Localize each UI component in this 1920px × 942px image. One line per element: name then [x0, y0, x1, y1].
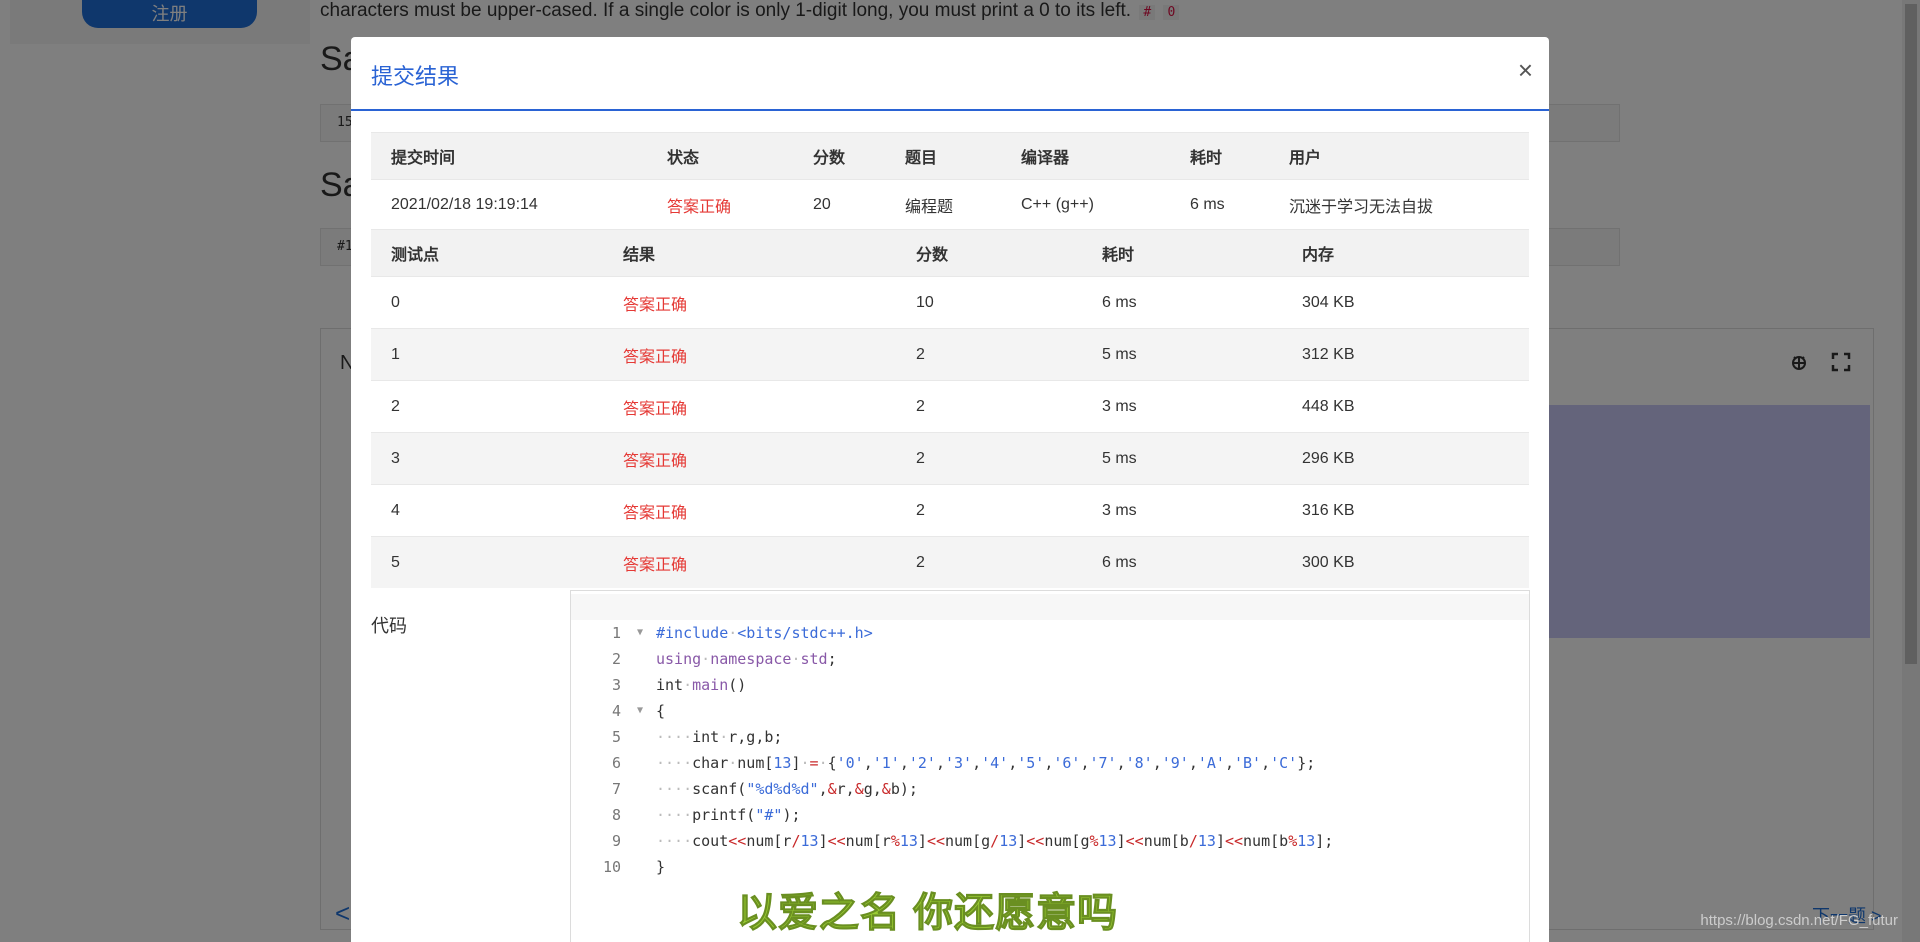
- code-line: 4 ▼{: [571, 672, 1529, 720]
- submit-time: 2021/02/18 19:19:14: [371, 179, 647, 229]
- code-line: 1 ▼ #include·<bits/stdc++.h>: [571, 594, 1529, 642]
- header-user: 用户: [1269, 132, 1529, 180]
- case-id: 5: [371, 536, 603, 588]
- summary-row: 2021/02/18 19:19:14 答案正确 20 编程题 C++ (g++…: [371, 179, 1529, 229]
- table-row: 4 答案正确 2 3 ms 316 KB: [371, 484, 1529, 537]
- close-icon[interactable]: ×: [1518, 55, 1533, 85]
- case-time: 6 ms: [1082, 276, 1282, 329]
- table-row: 5 答案正确 2 6 ms 300 KB: [371, 536, 1529, 588]
- problem-type: 编程题: [885, 179, 1001, 229]
- user-name: 沉迷于学习无法自拔: [1269, 179, 1529, 229]
- header-time: 耗时: [1170, 132, 1269, 180]
- total-score: 20: [793, 179, 885, 229]
- header-result: 结果: [603, 229, 896, 277]
- header-memory: 内存: [1282, 229, 1529, 277]
- case-id: 4: [371, 484, 603, 537]
- case-score: 10: [896, 276, 1082, 329]
- table-row: 2 答案正确 2 3 ms 448 KB: [371, 380, 1529, 433]
- code-line: 6 ····char·num[13]·=·{'0','1','2','3','4'…: [571, 724, 1529, 772]
- submission-summary-table: 提交时间 状态 分数 题目 编译器 耗时 用户 2021/02/18 19:19…: [371, 132, 1529, 229]
- case-memory: 304 KB: [1282, 276, 1529, 329]
- modal-title: 提交结果: [371, 64, 460, 89]
- elapsed-time: 6 ms: [1170, 179, 1269, 229]
- url-watermark: https://blog.csdn.net/FG_futur: [1700, 912, 1898, 929]
- case-time: 3 ms: [1082, 484, 1282, 537]
- case-time: 6 ms: [1082, 536, 1282, 588]
- case-result: 答案正确: [603, 380, 896, 433]
- case-memory: 448 KB: [1282, 380, 1529, 433]
- code-line: 8 ····printf("#");: [571, 776, 1529, 824]
- code-line: 7 ····scanf("%d%d%d",&r,&g,&b);: [571, 750, 1529, 798]
- case-score: 2: [896, 536, 1082, 588]
- header-submit-time: 提交时间: [371, 132, 647, 180]
- code-line: 10}: [571, 828, 1529, 876]
- case-time: 5 ms: [1082, 432, 1282, 485]
- header-compiler: 编译器: [1001, 132, 1170, 180]
- video-caption: 以爱之名 你还愿意吗: [736, 891, 1119, 936]
- case-id: 3: [371, 432, 603, 485]
- modal-header: 提交结果 ×: [351, 37, 1549, 111]
- submission-result-modal: 提交结果 × 提交时间 状态 分数 题目 编译器 耗时 用户 2021/02/1…: [351, 37, 1549, 942]
- test-case-table: 测试点 结果 分数 耗时 内存 0 答案正确 10 6 ms 304 KB 1: [371, 229, 1529, 588]
- summary-header-row: 提交时间 状态 分数 题目 编译器 耗时 用户: [371, 132, 1529, 180]
- table-row: 1 答案正确 2 5 ms 312 KB: [371, 328, 1529, 381]
- header-problem: 题目: [885, 132, 1001, 180]
- case-id: 0: [371, 276, 603, 329]
- code-line: 9 ····cout<<num[r/13]<<num[r%13]<<num[g/1…: [571, 802, 1529, 850]
- header-case-score: 分数: [896, 229, 1082, 277]
- case-id: 1: [371, 328, 603, 381]
- case-time: 3 ms: [1082, 380, 1282, 433]
- case-id: 2: [371, 380, 603, 433]
- code-line: 5 ····int·r,g,b;: [571, 698, 1529, 746]
- case-score: 2: [896, 380, 1082, 433]
- case-result: 答案正确: [603, 536, 896, 588]
- case-memory: 300 KB: [1282, 536, 1529, 588]
- case-result: 答案正确: [603, 484, 896, 537]
- code-line: 2 using·namespace·std;: [571, 620, 1529, 668]
- status-badge: 答案正确: [647, 179, 793, 229]
- code-label: 代码: [371, 616, 407, 636]
- case-memory: 316 KB: [1282, 484, 1529, 537]
- case-memory: 296 KB: [1282, 432, 1529, 485]
- code-line: 3 int·main(): [571, 646, 1529, 694]
- case-result: 答案正确: [603, 276, 896, 329]
- code-text: }: [656, 858, 666, 876]
- case-header-row: 测试点 结果 分数 耗时 内存: [371, 229, 1529, 277]
- header-status: 状态: [647, 132, 793, 180]
- header-score: 分数: [793, 132, 885, 180]
- header-case-time: 耗时: [1082, 229, 1282, 277]
- case-score: 2: [896, 484, 1082, 537]
- line-number: 10: [602, 858, 621, 876]
- case-score: 2: [896, 328, 1082, 381]
- header-test-point: 测试点: [371, 229, 603, 277]
- case-result: 答案正确: [603, 328, 896, 381]
- case-result: 答案正确: [603, 432, 896, 485]
- table-row: 3 答案正确 2 5 ms 296 KB: [371, 432, 1529, 485]
- case-memory: 312 KB: [1282, 328, 1529, 381]
- case-score: 2: [896, 432, 1082, 485]
- table-row: 0 答案正确 10 6 ms 304 KB: [371, 276, 1529, 329]
- modal-body: 提交时间 状态 分数 题目 编译器 耗时 用户 2021/02/18 19:19…: [371, 132, 1529, 588]
- compiler: C++ (g++): [1001, 179, 1170, 229]
- case-time: 5 ms: [1082, 328, 1282, 381]
